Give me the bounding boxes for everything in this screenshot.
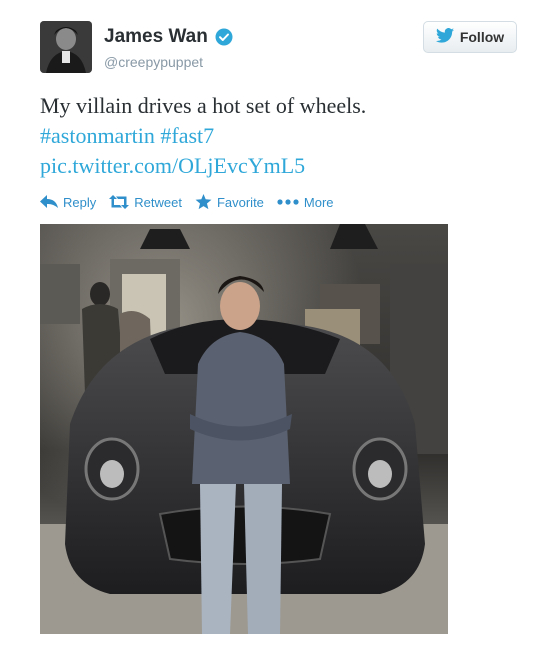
more-icon xyxy=(277,199,299,205)
more-button[interactable]: More xyxy=(277,195,334,210)
more-label: More xyxy=(303,194,334,210)
favorite-button[interactable]: Favorite xyxy=(195,194,264,210)
tweet-actions: Reply Retweet Favorite More xyxy=(40,194,347,210)
verified-badge-icon xyxy=(215,28,233,46)
retweet-button[interactable]: Retweet xyxy=(109,195,182,210)
user-display-name[interactable]: James Wan xyxy=(104,26,233,48)
favorite-label: Favorite xyxy=(216,194,264,210)
twitter-bird-icon xyxy=(435,28,454,46)
star-icon xyxy=(195,194,212,210)
reply-icon xyxy=(40,195,58,209)
display-name-text: James Wan xyxy=(104,26,208,47)
follow-button-label: Follow xyxy=(459,29,505,45)
follow-button[interactable]: Follow xyxy=(423,21,517,53)
retweet-icon xyxy=(109,195,130,209)
reply-button[interactable]: Reply xyxy=(40,195,96,210)
reply-label: Reply xyxy=(63,194,97,210)
avatar[interactable] xyxy=(40,21,92,73)
hashtag-link[interactable]: #fast7 xyxy=(160,123,214,148)
media-link[interactable]: pic.twitter.com/OLjEvcYmL5 xyxy=(40,151,510,181)
hashtag-link[interactable]: #astonmartin xyxy=(40,123,155,148)
user-handle[interactable]: @creepypuppet xyxy=(104,54,203,70)
tweet-photo[interactable] xyxy=(40,224,448,634)
retweet-label: Retweet xyxy=(134,194,182,210)
tweet-body: My villain drives a hot set of wheels. xyxy=(40,93,367,118)
tweet-text: My villain drives a hot set of wheels. #… xyxy=(40,91,510,181)
tweet-hashtags: #astonmartin #fast7 xyxy=(40,121,510,151)
